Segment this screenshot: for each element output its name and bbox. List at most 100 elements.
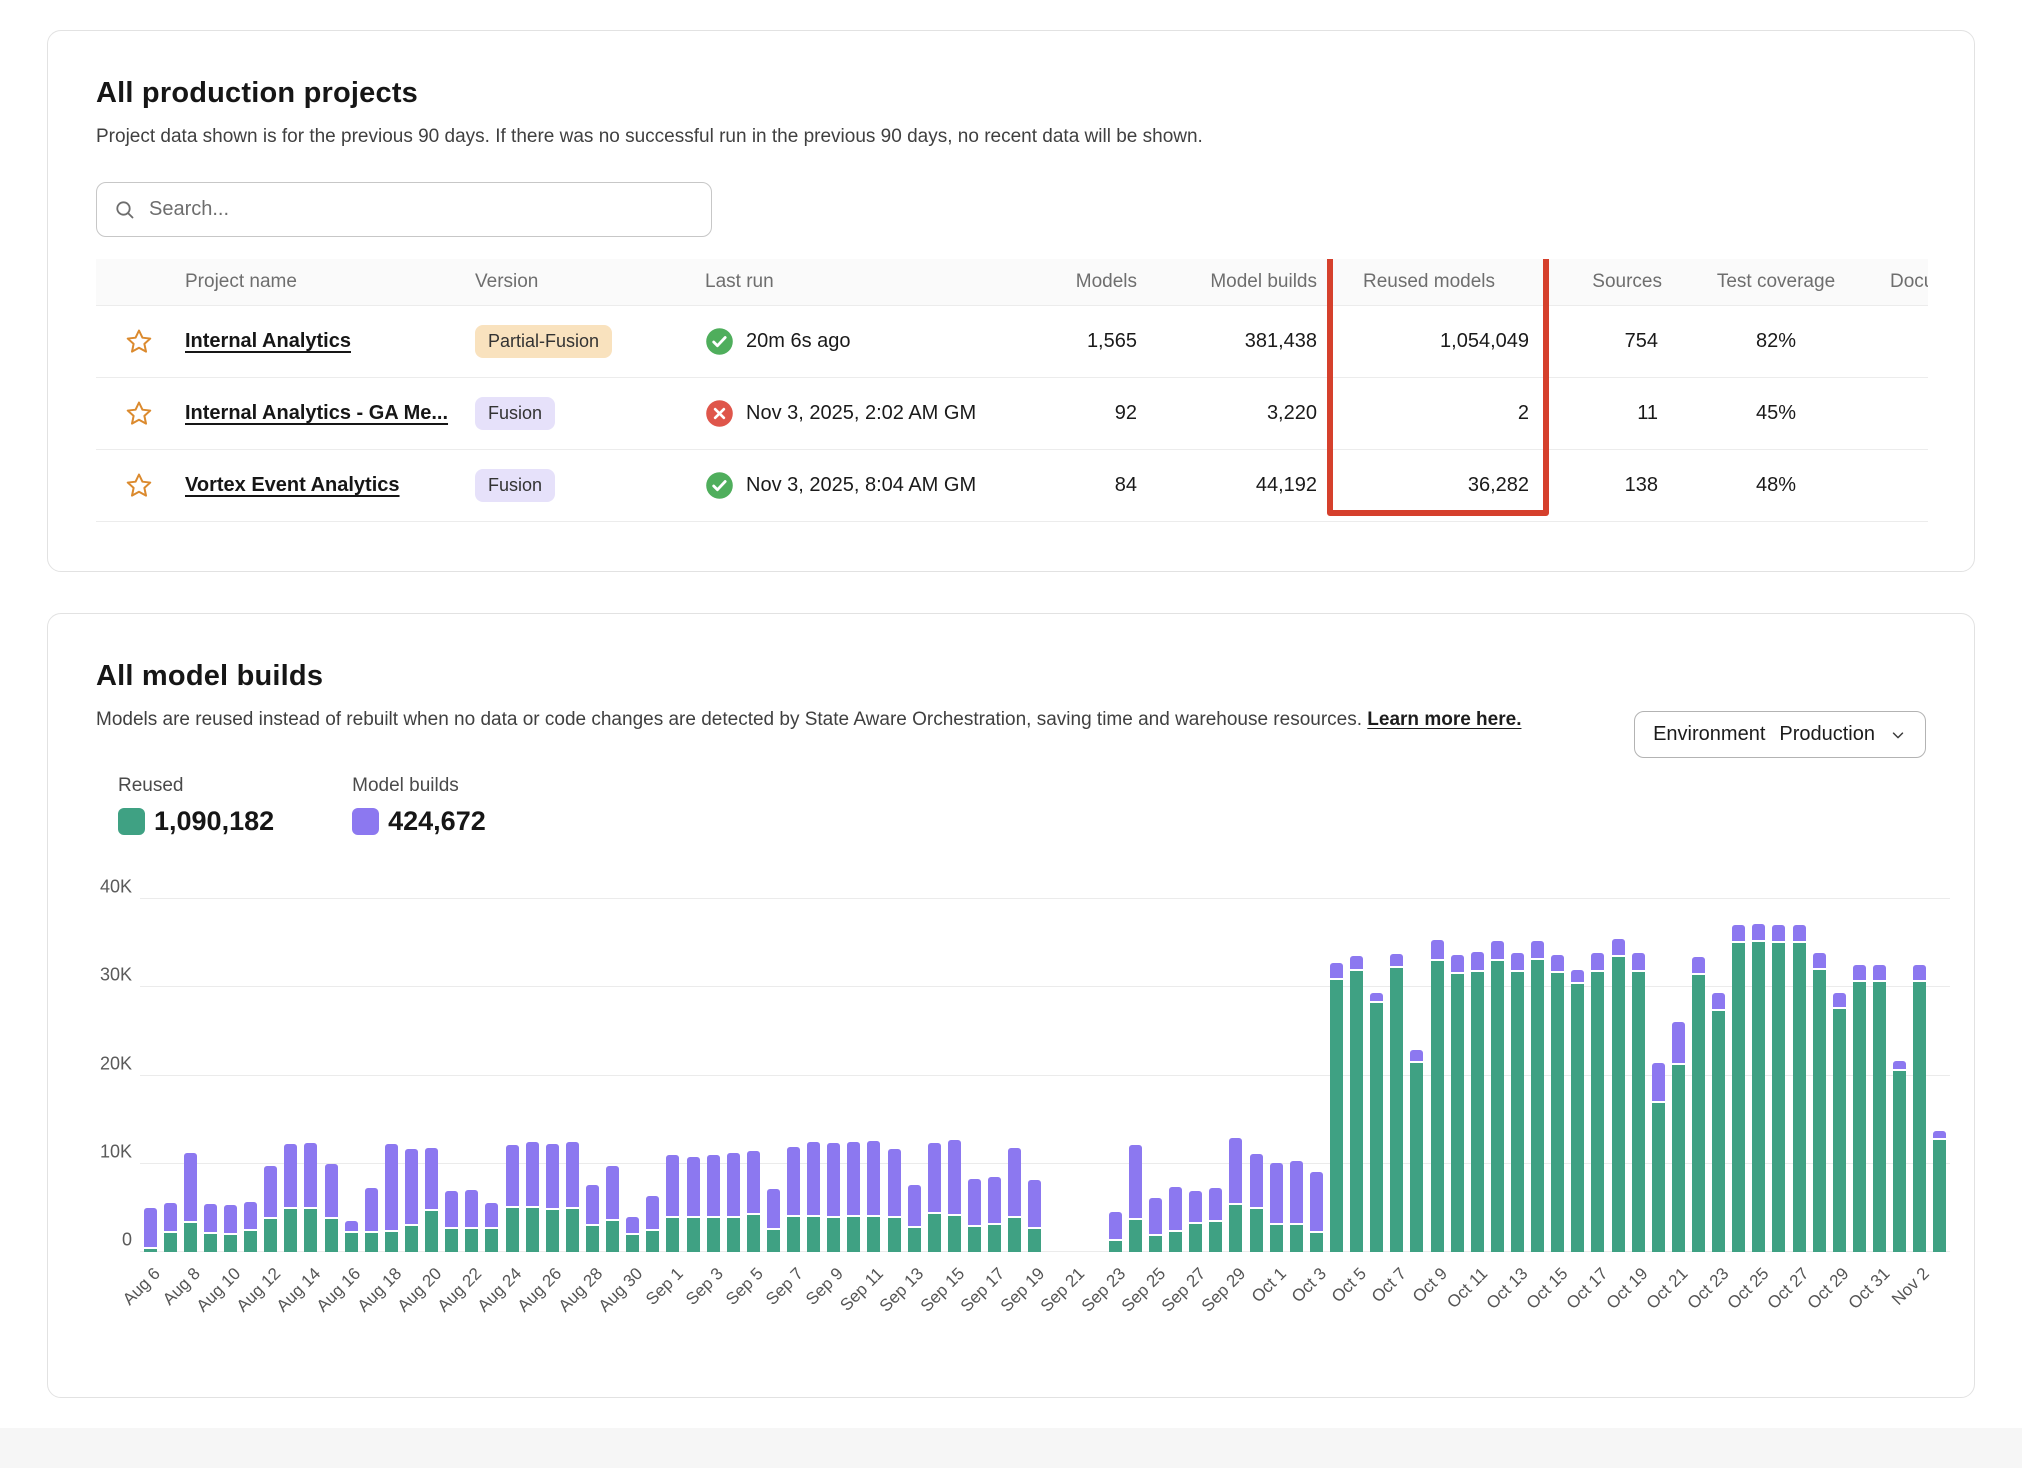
segment-reused (948, 1216, 961, 1252)
segment-reused (506, 1208, 519, 1252)
segment-model-builds (244, 1202, 257, 1231)
bar-slot-Oct-23 (1709, 899, 1729, 1252)
bar-slot-Sep-1 (663, 899, 683, 1252)
segment-model-builds (485, 1203, 498, 1229)
x-tick-Aug-14: Aug 14 (273, 1264, 325, 1316)
favorite-star-icon[interactable] (124, 399, 154, 429)
run-status-icon (705, 399, 734, 428)
segment-reused (1028, 1229, 1041, 1252)
segment-reused (847, 1217, 860, 1252)
col-last-run: Last run (701, 271, 1031, 293)
environment-select[interactable]: Environment Production (1634, 711, 1926, 758)
segment-model-builds (1310, 1172, 1323, 1234)
segment-model-builds (1330, 963, 1343, 981)
col-models: Models (1031, 271, 1141, 293)
segment-reused (687, 1218, 700, 1252)
segment-model-builds (1853, 965, 1866, 982)
segment-model-builds (1612, 939, 1625, 958)
stacked-bar-Sep-8 (807, 1142, 820, 1252)
segment-model-builds (1250, 1154, 1263, 1209)
stacked-bar-Sep-19 (1028, 1180, 1041, 1252)
segment-model-builds (1551, 955, 1564, 974)
project-name-link[interactable]: Internal Analytics (185, 330, 351, 352)
bar-slot-Nov-1 (1890, 899, 1910, 1252)
x-tick-Oct-31: Oct 31 (1844, 1264, 1894, 1314)
segment-model-builds (1692, 957, 1705, 975)
bar-slot-Sep-19 (1025, 899, 1045, 1252)
stacked-bar-Sep-26 (1169, 1187, 1182, 1252)
bar-slot-Oct-10 (1447, 899, 1467, 1252)
segment-model-builds (1189, 1191, 1202, 1224)
favorite-star-icon[interactable] (124, 327, 154, 357)
project-row[interactable]: Internal Analytics Partial-Fusion 20m 6s… (96, 306, 1928, 378)
stacked-bar-Oct-4 (1330, 963, 1343, 1252)
segment-model-builds (1752, 924, 1765, 943)
stacked-bar-Aug-13 (284, 1144, 297, 1252)
project-row[interactable]: Vortex Event Analytics Fusion Nov 3, 202… (96, 450, 1928, 522)
stacked-bar-Oct-27 (1793, 925, 1806, 1252)
stacked-bar-Aug-8 (184, 1153, 197, 1252)
segment-reused (1632, 972, 1645, 1252)
x-tick-Sep-5: Sep 5 (722, 1264, 768, 1310)
bar-slot-Oct-9 (1427, 899, 1447, 1252)
bar-slot-Sep-27 (1186, 899, 1206, 1252)
chart-plot (140, 899, 1950, 1252)
x-tick-Oct-13: Oct 13 (1482, 1264, 1532, 1314)
stacked-bar-Oct-22 (1692, 957, 1705, 1252)
last-run-text: Nov 3, 2025, 2:02 AM GM (746, 402, 976, 425)
stacked-bar-Sep-12 (888, 1149, 901, 1252)
project-row[interactable]: Internal Analytics - GA Me... Fusion Nov… (96, 378, 1928, 450)
stacked-bar-Sep-1 (666, 1155, 679, 1252)
segment-model-builds (767, 1189, 780, 1230)
segment-reused (1752, 942, 1765, 1252)
legend-reused-label: Reused (118, 775, 274, 797)
stacked-bar-Aug-22 (465, 1190, 478, 1252)
stacked-bar-Sep-23 (1109, 1212, 1122, 1252)
builds-title: All model builds (96, 660, 1926, 693)
model-builds-count: 3,220 (1141, 402, 1321, 425)
segment-reused (1712, 1011, 1725, 1252)
segment-model-builds (888, 1149, 901, 1219)
favorite-star-icon[interactable] (124, 471, 154, 501)
project-name-link[interactable]: Internal Analytics - GA Me... (185, 402, 448, 424)
x-tick-Aug-22: Aug 22 (434, 1264, 486, 1316)
model-builds-count: 381,438 (1141, 330, 1321, 353)
chart-y-axis: 010K20K30K40K (96, 899, 140, 1252)
stacked-bar-Oct-30 (1853, 965, 1866, 1252)
segment-model-builds (1290, 1161, 1303, 1225)
bar-slot-Aug-26 (542, 899, 562, 1252)
x-tick-Sep-7: Sep 7 (762, 1264, 808, 1310)
segment-model-builds (867, 1141, 880, 1217)
bar-slot-Sep-21 (1065, 899, 1085, 1252)
stacked-bar-Aug-9 (204, 1204, 217, 1252)
stacked-bar-Oct-23 (1712, 993, 1725, 1252)
bar-slot-Sep-22 (1085, 899, 1105, 1252)
segment-reused (988, 1225, 1001, 1252)
segment-model-builds (325, 1164, 338, 1220)
stacked-bar-Sep-24 (1129, 1145, 1142, 1252)
project-name-link[interactable]: Vortex Event Analytics (185, 474, 400, 496)
project-search[interactable] (96, 182, 712, 237)
segment-model-builds (1933, 1131, 1946, 1140)
segment-model-builds (666, 1155, 679, 1218)
bar-slot-Aug-16 (341, 899, 361, 1252)
segment-reused (767, 1230, 780, 1252)
stacked-bar-Nov-1 (1893, 1061, 1906, 1252)
stacked-bar-Aug-29 (606, 1166, 619, 1252)
search-input[interactable] (149, 198, 695, 221)
stacked-bar-Aug-6 (144, 1208, 157, 1252)
segment-model-builds (1109, 1212, 1122, 1241)
bar-slot-Oct-16 (1568, 899, 1588, 1252)
segment-reused (1511, 972, 1524, 1252)
bar-slot-Sep-12 (884, 899, 904, 1252)
segment-model-builds (707, 1155, 720, 1219)
stacked-bar-Aug-21 (445, 1191, 458, 1252)
bar-slot-Aug-18 (381, 899, 401, 1252)
bar-slot-Oct-5 (1347, 899, 1367, 1252)
stacked-bar-Aug-16 (345, 1221, 358, 1252)
segment-reused (485, 1229, 498, 1252)
segment-reused (425, 1211, 438, 1252)
bar-slot-Sep-7 (784, 899, 804, 1252)
segment-model-builds (385, 1144, 398, 1231)
learn-more-link[interactable]: Learn more here. (1367, 709, 1521, 730)
